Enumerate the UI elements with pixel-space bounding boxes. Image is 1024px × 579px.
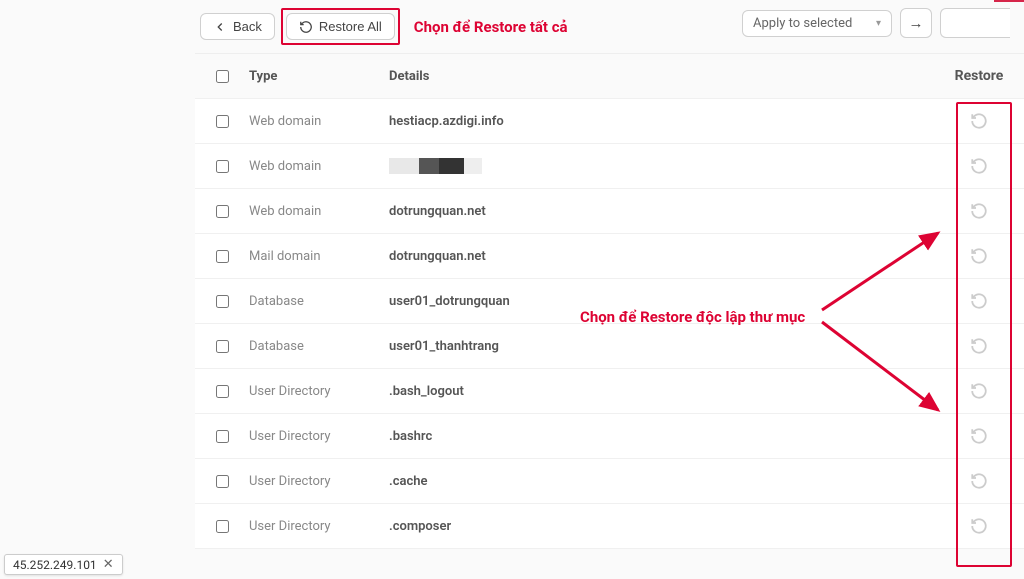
row-checkbox[interactable] bbox=[216, 295, 229, 308]
back-button[interactable]: Back bbox=[200, 13, 275, 40]
arrow-left-icon bbox=[213, 20, 227, 34]
table-row: User Directory.bashrc bbox=[195, 414, 1024, 459]
row-details: .composer bbox=[389, 519, 944, 534]
table-row: User Directory.cache bbox=[195, 459, 1024, 504]
row-type: Web domain bbox=[249, 114, 389, 129]
redacted-text bbox=[389, 158, 499, 174]
row-checkbox[interactable] bbox=[216, 250, 229, 263]
row-type: Web domain bbox=[249, 159, 389, 174]
row-checkbox[interactable] bbox=[216, 475, 229, 488]
row-type: User Directory bbox=[249, 519, 389, 534]
row-checkbox[interactable] bbox=[216, 520, 229, 533]
restore-all-label: Restore All bbox=[319, 19, 382, 34]
row-details: .bash_logout bbox=[389, 384, 944, 399]
table-header: Type Details Restore bbox=[195, 54, 1024, 99]
restore-row-icon[interactable] bbox=[970, 517, 988, 535]
row-checkbox[interactable] bbox=[216, 340, 229, 353]
column-type: Type bbox=[249, 69, 389, 84]
restore-row-icon[interactable] bbox=[970, 337, 988, 355]
restore-all-highlight: Restore All bbox=[281, 8, 400, 45]
column-restore: Restore bbox=[944, 68, 1014, 84]
row-checkbox[interactable] bbox=[216, 385, 229, 398]
apply-select[interactable]: Apply to selected ▾ bbox=[742, 10, 892, 37]
table-row: Web domaindotrungquan.net bbox=[195, 189, 1024, 234]
table-row: Web domainhestiacp.azdigi.info bbox=[195, 99, 1024, 144]
arrow-right-icon: → bbox=[909, 14, 924, 32]
row-type: Database bbox=[249, 294, 389, 309]
row-type: Web domain bbox=[249, 204, 389, 219]
table-row: User Directory.bash_logout bbox=[195, 369, 1024, 414]
row-details-text: .cache bbox=[389, 474, 428, 489]
annotation-restore-all: Chọn để Restore tất cả bbox=[414, 18, 568, 36]
search-input[interactable] bbox=[940, 8, 1010, 38]
row-details: .bashrc bbox=[389, 429, 944, 444]
row-details-text: user01_dotrungquan bbox=[389, 294, 510, 309]
row-details: user01_dotrungquan bbox=[389, 294, 944, 309]
row-type: User Directory bbox=[249, 384, 389, 399]
row-details-text: dotrungquan.net bbox=[389, 249, 486, 264]
backup-items-table: Type Details Restore Web domainhestiacp.… bbox=[195, 53, 1024, 549]
row-details: .cache bbox=[389, 474, 944, 489]
restore-all-button[interactable]: Restore All bbox=[286, 13, 395, 40]
row-details bbox=[389, 158, 944, 174]
close-icon[interactable]: ✕ bbox=[103, 557, 114, 572]
table-row: User Directory.composer bbox=[195, 504, 1024, 549]
row-type: Mail domain bbox=[249, 249, 389, 264]
chevron-down-icon: ▾ bbox=[876, 18, 881, 29]
table-row: Mail domaindotrungquan.net bbox=[195, 234, 1024, 279]
restore-row-icon[interactable] bbox=[970, 382, 988, 400]
row-checkbox[interactable] bbox=[216, 115, 229, 128]
restore-row-icon[interactable] bbox=[970, 202, 988, 220]
ip-tag-text: 45.252.249.101 bbox=[13, 558, 97, 572]
annotation-restore-individual: Chọn để Restore độc lập thư mục bbox=[580, 308, 805, 326]
row-details-text: .bashrc bbox=[389, 429, 432, 444]
row-details-text: .bash_logout bbox=[389, 384, 464, 399]
restore-row-icon[interactable] bbox=[970, 157, 988, 175]
row-details: dotrungquan.net bbox=[389, 249, 944, 264]
restore-row-icon[interactable] bbox=[970, 472, 988, 490]
row-details-text: dotrungquan.net bbox=[389, 204, 486, 219]
row-details: user01_thanhtrang bbox=[389, 339, 944, 354]
restore-icon bbox=[299, 20, 313, 34]
row-checkbox[interactable] bbox=[216, 160, 229, 173]
row-type: User Directory bbox=[249, 474, 389, 489]
row-details-text: user01_thanhtrang bbox=[389, 339, 499, 354]
apply-go-button[interactable]: → bbox=[900, 8, 932, 38]
back-label: Back bbox=[233, 19, 262, 34]
row-details-text: .composer bbox=[389, 519, 451, 534]
row-details: hestiacp.azdigi.info bbox=[389, 114, 944, 129]
restore-row-icon[interactable] bbox=[970, 427, 988, 445]
row-checkbox[interactable] bbox=[216, 205, 229, 218]
restore-row-icon[interactable] bbox=[970, 112, 988, 130]
toolbar: Back Restore All Chọn để Restore tất cả … bbox=[0, 0, 1024, 53]
row-type: Database bbox=[249, 339, 389, 354]
row-checkbox[interactable] bbox=[216, 430, 229, 443]
row-details: dotrungquan.net bbox=[389, 204, 944, 219]
ip-tag[interactable]: 45.252.249.101 ✕ bbox=[4, 554, 123, 575]
restore-row-icon[interactable] bbox=[970, 247, 988, 265]
row-details-text: hestiacp.azdigi.info bbox=[389, 114, 504, 129]
select-all-checkbox[interactable] bbox=[216, 70, 229, 83]
table-row: Databaseuser01_thanhtrang bbox=[195, 324, 1024, 369]
restore-row-icon[interactable] bbox=[970, 292, 988, 310]
row-type: User Directory bbox=[249, 429, 389, 444]
table-row: Web domain bbox=[195, 144, 1024, 189]
column-details: Details bbox=[389, 69, 944, 84]
apply-select-label: Apply to selected bbox=[753, 16, 852, 31]
